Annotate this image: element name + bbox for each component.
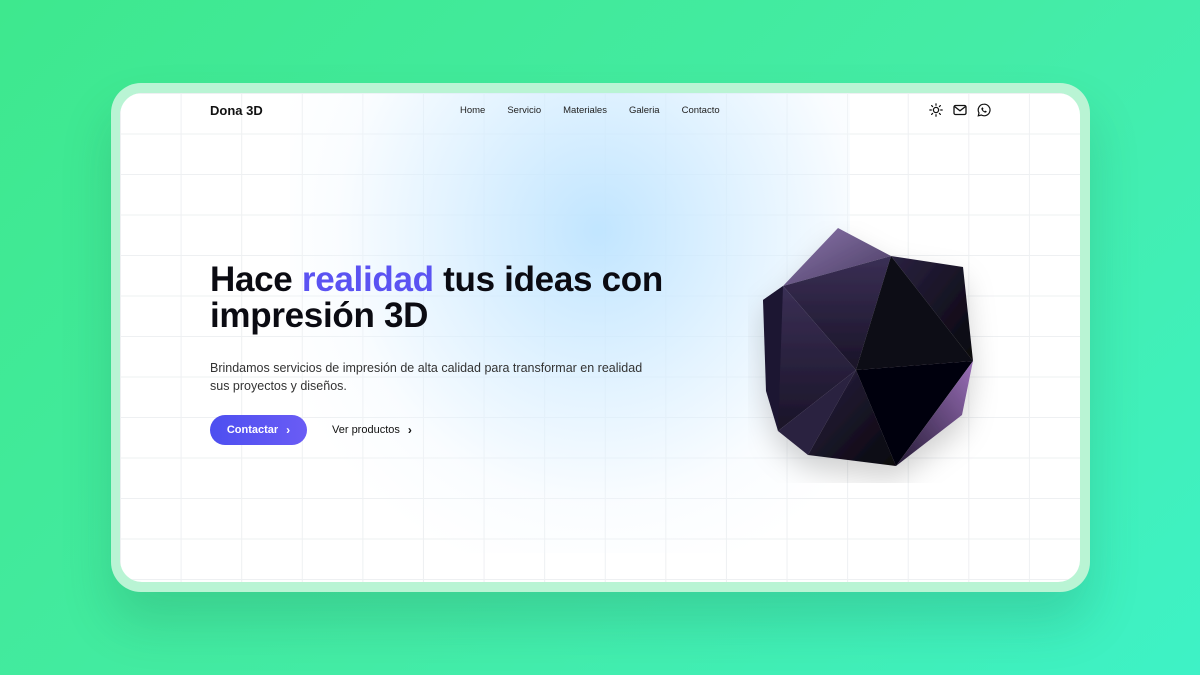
sun-icon[interactable] (929, 103, 943, 117)
nav-item-materiales[interactable]: Materiales (563, 105, 607, 116)
hero-subtext: Brindamos servicios de impresión de alta… (210, 361, 643, 393)
headline-part1: Hace (210, 260, 302, 299)
top-navigation: Dona 3D Home Servicio Materiales Galeria… (120, 93, 1080, 129)
brand-logo[interactable]: Dona 3D (210, 103, 263, 118)
ver-productos-label: Ver productos (332, 424, 400, 436)
nav-item-home[interactable]: Home (460, 105, 485, 116)
nav-icons (929, 103, 991, 117)
nav-item-galeria[interactable]: Galeria (629, 105, 660, 116)
nav-menu: Home Servicio Materiales Galeria Contact… (460, 105, 742, 116)
mail-icon[interactable] (953, 103, 967, 117)
chevron-right-icon: › (286, 423, 291, 437)
icosahedron-3d-graphic (763, 228, 973, 466)
hero-headline: Hace realidad tus ideas con impresión 3D (210, 262, 680, 334)
nav-item-servicio[interactable]: Servicio (507, 105, 541, 116)
chevron-right-icon: › (407, 423, 412, 437)
contactar-label: Contactar (226, 424, 279, 436)
website-screen: Dona 3D Home Servicio Materiales Galeria… (120, 93, 1080, 582)
ver-productos-button[interactable]: Ver productos › (332, 415, 412, 445)
whatsapp-icon[interactable] (977, 103, 991, 117)
headline-highlight: realidad (301, 260, 434, 299)
nav-item-contacto[interactable]: Contacto (682, 105, 720, 116)
contactar-button[interactable]: Contactar › (210, 415, 307, 445)
